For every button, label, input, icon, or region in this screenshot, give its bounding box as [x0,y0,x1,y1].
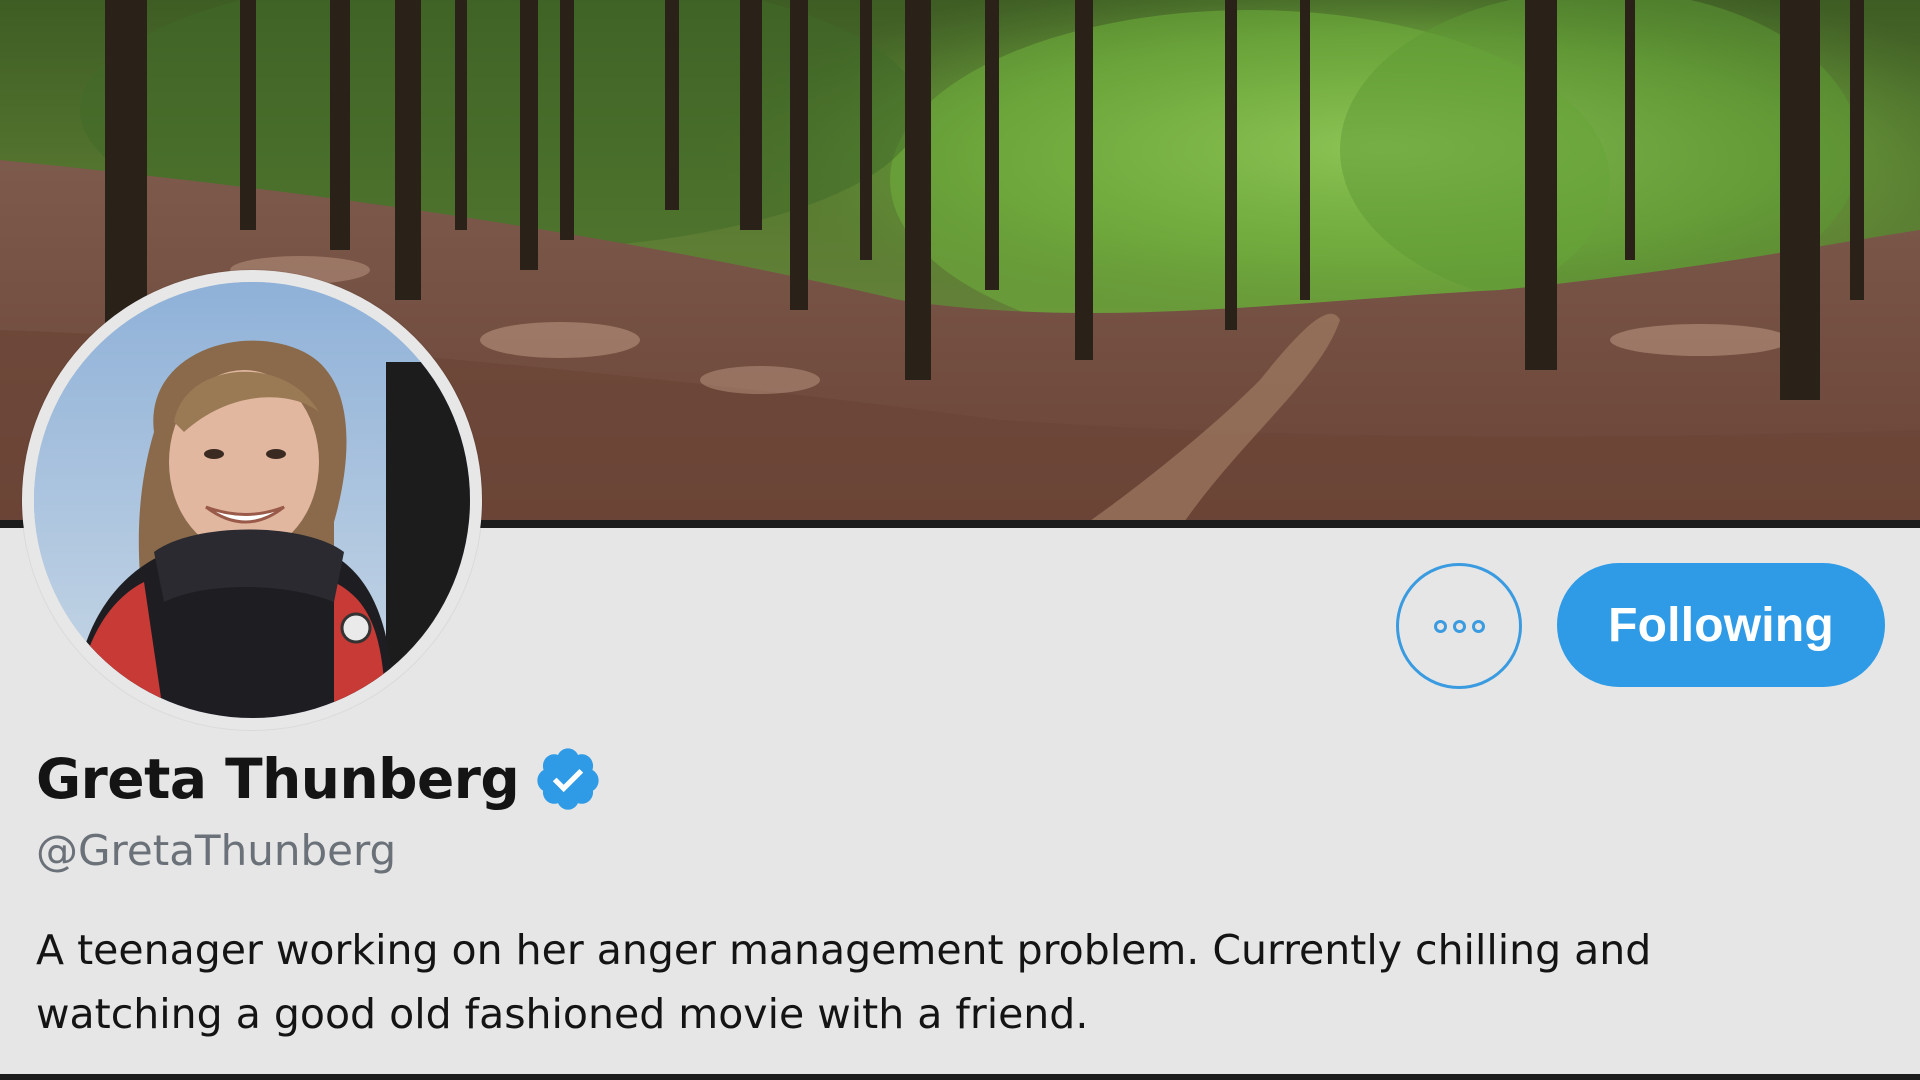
more-horizontal-icon [1433,619,1485,633]
avatar-photo [34,282,470,718]
user-handle: @GretaThunberg [36,826,397,875]
profile-page: Following Greta Thunberg @GretaThunberg … [0,0,1920,1080]
bio-line: A teenager working on her anger manageme… [36,926,1652,974]
bio-line: watching a good old fashioned movie with… [36,990,1089,1038]
bottom-edge [0,1074,1920,1080]
name-row: Greta Thunberg [36,742,603,816]
avatar[interactable] [22,270,482,730]
display-name: Greta Thunberg [36,747,520,811]
following-button[interactable]: Following [1557,563,1885,687]
verified-badge-icon [537,748,599,810]
bio: A teenager working on her anger manageme… [36,918,1856,1046]
more-options-button[interactable] [1396,563,1522,689]
